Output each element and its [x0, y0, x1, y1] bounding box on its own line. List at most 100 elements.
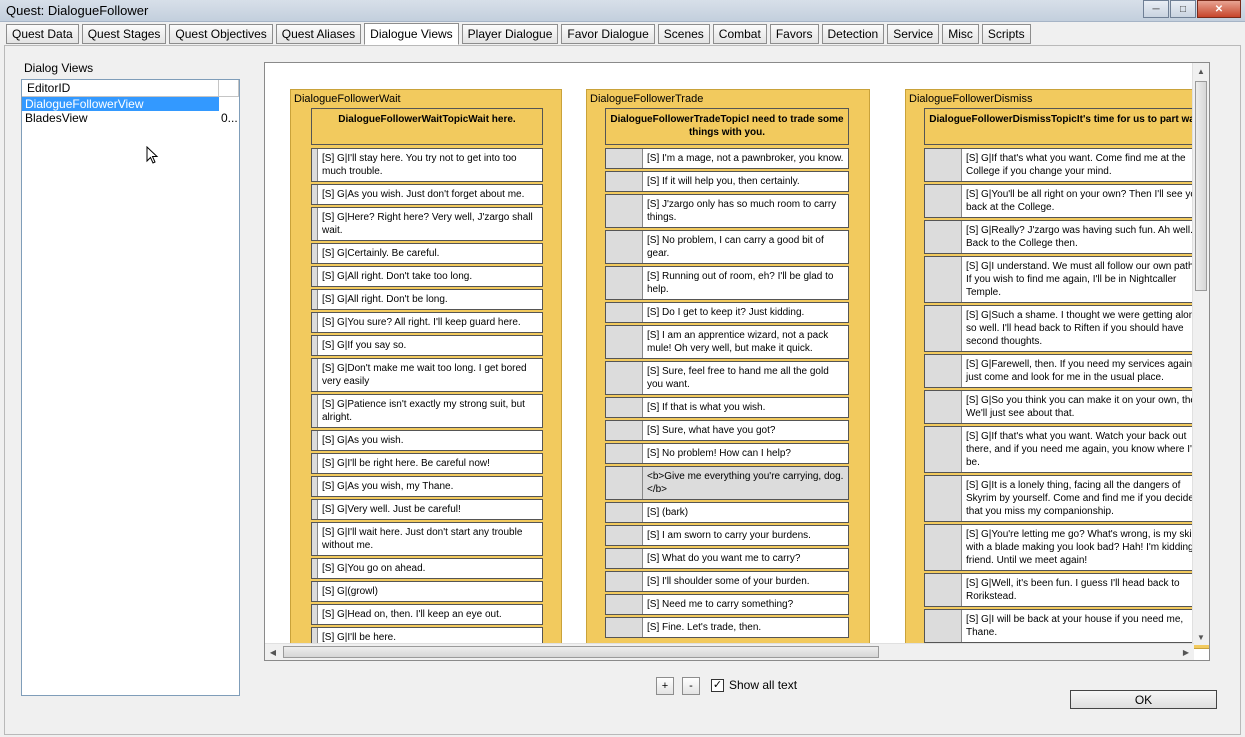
tab-favor-dialogue[interactable]: Favor Dialogue — [561, 24, 655, 44]
response-line[interactable]: [S] I am sworn to carry your burdens. — [605, 525, 849, 546]
scroll-up-icon[interactable]: ▲ — [1194, 64, 1208, 78]
tab-service[interactable]: Service — [887, 24, 940, 44]
zoom-in-button[interactable]: + — [656, 677, 674, 695]
response-line[interactable]: [S] G|If you say so. — [311, 335, 543, 356]
response-line[interactable]: [S] G|If that's what you want. Come find… — [924, 148, 1209, 182]
response-line[interactable]: [S] G|All right. Don't take too long. — [311, 266, 543, 287]
response-line[interactable]: [S] G|Head on, then. I'll keep an eye ou… — [311, 604, 543, 625]
response-line[interactable]: [S] G|You go on ahead. — [311, 558, 543, 579]
dialogue-view-branch[interactable]: DialogueFollowerDismiss DialogueFollowerD… — [905, 89, 1209, 649]
response-text: [S] G|If that's what you want. Watch you… — [966, 431, 1197, 468]
condition-cell — [606, 326, 643, 358]
response-line[interactable]: [S] G|You'll be all right on your own? T… — [924, 184, 1209, 218]
zoom-out-button[interactable]: - — [682, 677, 700, 695]
tab-quest-objectives[interactable]: Quest Objectives — [169, 24, 273, 44]
topic-name: DialogueFollowerWaitTopic — [338, 114, 469, 125]
column-header-extra[interactable] — [219, 80, 239, 96]
tab-misc[interactable]: Misc — [942, 24, 979, 44]
response-line[interactable]: [S] No problem, I can carry a good bit o… — [605, 230, 849, 264]
response-line[interactable]: [S] I'll shoulder some of your burden. — [605, 571, 849, 592]
response-line[interactable]: [S] G|I'll wait here. Just don't start a… — [311, 522, 543, 556]
response-line[interactable]: [S] G|I'll stay here. You try not to get… — [311, 148, 543, 182]
tab-scripts[interactable]: Scripts — [981, 24, 1031, 44]
show-all-text-checkbox[interactable]: ✓ — [711, 679, 724, 692]
condition-cell — [606, 595, 643, 614]
tab-quest-data[interactable]: Quest Data — [6, 24, 79, 44]
response-text: [S] If that is what you wish. — [647, 402, 766, 413]
response-line[interactable]: [S] G|Such a shame. I thought we were ge… — [924, 305, 1209, 352]
response-line[interactable]: [S] Need me to carry something? — [605, 594, 849, 615]
condition-cell — [925, 574, 962, 606]
vertical-scrollbar[interactable]: ▲ ▼ — [1192, 63, 1209, 645]
response-line[interactable]: [S] G|I will be back at your house if yo… — [924, 609, 1209, 643]
response-line[interactable]: [S] Fine. Let's trade, then. — [605, 617, 849, 638]
response-line[interactable]: <b>Give me everything you're carrying, d… — [605, 466, 849, 500]
response-line[interactable]: [S] G|Certainly. Be careful. — [311, 243, 543, 264]
tab-quest-stages[interactable]: Quest Stages — [81, 24, 167, 44]
response-line[interactable]: [S] G|So you think you can make it on yo… — [924, 390, 1209, 424]
response-line[interactable]: [S] Sure, feel free to hand me all the g… — [605, 361, 849, 395]
topic-box[interactable]: DialogueFollowerTradeTopicI need to trad… — [605, 108, 849, 145]
response-line[interactable]: [S] G|You're letting me go? What's wrong… — [924, 524, 1209, 571]
ok-button[interactable]: OK — [1070, 690, 1217, 709]
response-line[interactable]: [S] G|It is a lonely thing, facing all t… — [924, 475, 1209, 522]
response-line[interactable]: [S] G|Here? Right here? Very well, J'zar… — [311, 207, 543, 241]
close-button[interactable]: ✕ — [1197, 0, 1241, 18]
maximize-button[interactable]: □ — [1170, 0, 1196, 18]
response-line[interactable]: [S] G|Patience isn't exactly my strong s… — [311, 394, 543, 428]
response-text: [S] G|If you say so. — [322, 340, 407, 351]
column-header-editorid[interactable]: EditorID — [22, 80, 219, 96]
response-line[interactable]: [S] G|I understand. We must all follow o… — [924, 256, 1209, 303]
response-line[interactable]: [S] G|All right. Don't be long. — [311, 289, 543, 310]
response-line[interactable]: [S] G|If that's what you want. Watch you… — [924, 426, 1209, 473]
tab-player-dialogue[interactable]: Player Dialogue — [461, 24, 559, 44]
response-line[interactable]: [S] G|(growl) — [311, 581, 543, 602]
dialogue-view-canvas[interactable]: DialogueFollowerWait DialogueFollowerWait… — [264, 62, 1210, 661]
tab-detection[interactable]: Detection — [821, 24, 885, 44]
response-text: [S] I am sworn to carry your burdens. — [647, 530, 811, 541]
tab-favors[interactable]: Favors — [769, 24, 819, 44]
response-line[interactable]: [S] I'm a mage, not a pawnbroker, you kn… — [605, 148, 849, 169]
response-line[interactable]: [S] G|Very well. Just be careful! — [311, 499, 543, 520]
tab-scenes[interactable]: Scenes — [657, 24, 710, 44]
response-line[interactable]: [S] Running out of room, eh? I'll be gla… — [605, 266, 849, 300]
response-line[interactable]: [S] G|Don't make me wait too long. I get… — [311, 358, 543, 392]
scroll-left-icon[interactable]: ◀ — [266, 645, 280, 659]
scroll-right-icon[interactable]: ▶ — [1179, 645, 1193, 659]
list-item[interactable]: BladesView 0... — [22, 111, 239, 125]
response-line[interactable]: [S] G|Well, it's been fun. I guess I'll … — [924, 573, 1209, 607]
response-text: [S] G|Very well. Just be careful! — [322, 504, 461, 515]
dialog-views-list[interactable]: EditorID DialogueFollowerView BladesView 0… — [21, 79, 240, 696]
response-line[interactable]: [S] G|Farewell, then. If you need my ser… — [924, 354, 1209, 388]
response-text: [S] G|You go on ahead. — [322, 563, 426, 574]
response-line[interactable]: [S] I am an apprentice wizard, not a pac… — [605, 325, 849, 359]
tab-combat[interactable]: Combat — [712, 24, 767, 44]
vertical-scroll-thumb[interactable] — [1195, 81, 1207, 291]
topic-box[interactable]: DialogueFollowerDismissTopicIt's time fo… — [924, 108, 1209, 145]
scroll-down-icon[interactable]: ▼ — [1194, 630, 1208, 644]
response-line[interactable]: [S] J'zargo only has so much room to car… — [605, 194, 849, 228]
response-line[interactable]: [S] If it will help you, then certainly. — [605, 171, 849, 192]
tab-dialogue-views[interactable]: Dialogue Views — [364, 23, 459, 45]
topic-box[interactable]: DialogueFollowerWaitTopicWait here. — [311, 108, 543, 145]
horizontal-scroll-thumb[interactable] — [283, 646, 879, 658]
dialogue-view-branch[interactable]: DialogueFollowerTrade DialogueFollowerTra… — [586, 89, 870, 649]
response-line[interactable]: [S] G|I'll be right here. Be careful now… — [311, 453, 543, 474]
response-line[interactable]: [S] G|You sure? All right. I'll keep gua… — [311, 312, 543, 333]
response-line[interactable]: [S] No problem! How can I help? — [605, 443, 849, 464]
response-line[interactable]: [S] What do you want me to carry? — [605, 548, 849, 569]
dialogue-view-branch[interactable]: DialogueFollowerWait DialogueFollowerWait… — [290, 89, 562, 649]
response-line[interactable]: [S] G|As you wish, my Thane. — [311, 476, 543, 497]
response-line[interactable]: [S] G|As you wish. — [311, 430, 543, 451]
minimize-button[interactable]: ─ — [1143, 0, 1169, 18]
list-item[interactable]: DialogueFollowerView — [22, 97, 239, 111]
response-line[interactable]: [S] G|Really? J'zargo was having such fu… — [924, 220, 1209, 254]
response-line[interactable]: [S] G|As you wish. Just don't forget abo… — [311, 184, 543, 205]
response-line[interactable]: [S] Sure, what have you got? — [605, 420, 849, 441]
tab-quest-aliases[interactable]: Quest Aliases — [275, 24, 362, 44]
response-text: [S] G|Certainly. Be careful. — [322, 248, 440, 259]
horizontal-scrollbar[interactable]: ◀ ▶ — [265, 643, 1194, 660]
response-line[interactable]: [S] Do I get to keep it? Just kidding. — [605, 302, 849, 323]
response-line[interactable]: [S] (bark) — [605, 502, 849, 523]
response-line[interactable]: [S] If that is what you wish. — [605, 397, 849, 418]
